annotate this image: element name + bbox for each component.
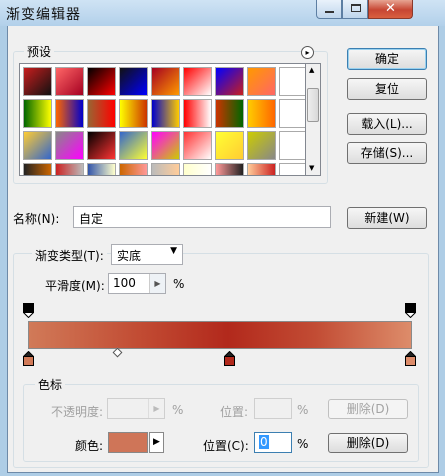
preset-swatch[interactable] bbox=[23, 131, 52, 160]
opacity-delete-button[interactable]: 删除(D) bbox=[328, 399, 408, 419]
smoothness-label: 平滑度(M): bbox=[45, 279, 105, 293]
chevron-down-icon: ▼ bbox=[170, 246, 177, 256]
color-stop-icon bbox=[223, 350, 236, 366]
preset-swatch[interactable] bbox=[87, 67, 116, 96]
presets-label: 预设 bbox=[24, 43, 55, 60]
preset-swatch[interactable] bbox=[247, 163, 276, 175]
preset-swatch[interactable] bbox=[23, 99, 52, 128]
preset-swatch[interactable] bbox=[151, 131, 180, 160]
window-title: 渐变编辑器 bbox=[6, 7, 81, 23]
presets-menu-button[interactable]: ▸ bbox=[301, 46, 314, 59]
triangle-right-icon: ▶ bbox=[153, 437, 160, 447]
maximize-button[interactable] bbox=[342, 0, 368, 19]
preset-swatch[interactable] bbox=[183, 163, 212, 175]
preset-swatch[interactable] bbox=[151, 163, 180, 175]
smoothness-unit: % bbox=[173, 277, 185, 291]
opacity-location-unit: % bbox=[297, 403, 309, 417]
preset-swatch[interactable] bbox=[215, 67, 244, 96]
color-stop-icon bbox=[404, 350, 417, 366]
preset-swatch[interactable] bbox=[183, 131, 212, 160]
reset-button[interactable]: 复位 bbox=[347, 78, 427, 100]
preset-swatch[interactable] bbox=[279, 99, 305, 128]
preset-swatch[interactable] bbox=[215, 163, 244, 175]
menu-arrow-icon: ▸ bbox=[305, 48, 310, 57]
preset-swatch[interactable] bbox=[119, 163, 148, 175]
gradient-type-value: 实底 bbox=[117, 249, 142, 263]
preset-swatch[interactable] bbox=[183, 67, 212, 96]
preset-swatch[interactable] bbox=[23, 163, 52, 175]
preset-swatch[interactable] bbox=[279, 131, 305, 160]
name-label: 名称(N): bbox=[13, 212, 60, 226]
opacity-location-input[interactable] bbox=[254, 398, 292, 419]
scroll-up-icon[interactable]: ▲ bbox=[309, 66, 314, 74]
preset-swatch[interactable] bbox=[119, 99, 148, 128]
preset-swatch[interactable] bbox=[247, 99, 276, 128]
color-stop-middle[interactable] bbox=[223, 350, 236, 366]
opacity-input[interactable]: ▶ bbox=[107, 398, 165, 419]
preset-swatch[interactable] bbox=[183, 99, 212, 128]
color-delete-button[interactable]: 删除(D) bbox=[328, 433, 408, 453]
preset-swatch[interactable] bbox=[55, 131, 84, 160]
color-swatch[interactable] bbox=[108, 432, 148, 453]
minimize-button[interactable] bbox=[316, 0, 342, 19]
scroll-down-icon[interactable]: ▼ bbox=[309, 164, 314, 172]
color-stop-left[interactable] bbox=[22, 350, 35, 366]
preset-swatch[interactable] bbox=[151, 99, 180, 128]
preset-swatch[interactable] bbox=[279, 67, 305, 96]
color-stop-icon bbox=[22, 350, 35, 366]
preset-scrollbar[interactable]: ▲ ▼ bbox=[306, 63, 321, 176]
preset-swatch[interactable] bbox=[119, 67, 148, 96]
color-location-value: 0 bbox=[259, 435, 269, 449]
opacity-stop-left[interactable] bbox=[22, 303, 35, 319]
save-button[interactable]: 存储(S)... bbox=[347, 142, 427, 164]
stops-label: 色标 bbox=[35, 376, 66, 393]
opacity-stop-icon bbox=[22, 303, 35, 319]
gradient-preview-bar[interactable] bbox=[28, 321, 412, 349]
ok-button[interactable]: 确定 bbox=[347, 48, 427, 70]
close-button[interactable]: ✕ bbox=[368, 0, 413, 19]
close-icon: ✕ bbox=[385, 1, 396, 16]
opacity-stop-icon bbox=[404, 303, 417, 319]
preset-swatch[interactable] bbox=[215, 131, 244, 160]
preset-swatch[interactable] bbox=[215, 99, 244, 128]
preset-swatch[interactable] bbox=[151, 67, 180, 96]
gradient-type-label: 渐变类型(T): bbox=[32, 247, 107, 264]
preset-swatch[interactable] bbox=[87, 99, 116, 128]
preset-swatch[interactable] bbox=[247, 67, 276, 96]
opacity-location-label: 位置: bbox=[220, 405, 249, 419]
preset-swatch[interactable] bbox=[119, 131, 148, 160]
preset-swatch[interactable] bbox=[247, 131, 276, 160]
color-location-unit: % bbox=[297, 437, 309, 451]
gradient-type-select[interactable]: 实底 ▼ bbox=[111, 244, 183, 265]
preset-grid[interactable] bbox=[19, 63, 306, 176]
preset-swatch[interactable] bbox=[55, 67, 84, 96]
smoothness-input[interactable]: 100 ▶ bbox=[108, 273, 166, 294]
opacity-unit: % bbox=[172, 403, 184, 417]
load-button[interactable]: 载入(L)... bbox=[347, 113, 427, 135]
opacity-stop-right[interactable] bbox=[404, 303, 417, 319]
smoothness-slider-button[interactable]: ▶ bbox=[149, 274, 165, 293]
scroll-thumb[interactable] bbox=[307, 88, 319, 122]
name-input[interactable]: 自定 bbox=[73, 206, 331, 228]
preset-swatch[interactable] bbox=[55, 163, 84, 175]
new-button[interactable]: 新建(W) bbox=[347, 207, 427, 229]
color-location-label: 位置(C): bbox=[203, 439, 249, 453]
smoothness-value: 100 bbox=[113, 276, 136, 290]
color-menu-button[interactable]: ▶ bbox=[149, 432, 164, 453]
preset-swatch[interactable] bbox=[87, 163, 116, 175]
preset-swatch[interactable] bbox=[23, 67, 52, 96]
opacity-slider-button[interactable]: ▶ bbox=[148, 399, 164, 418]
preset-swatch[interactable] bbox=[279, 163, 305, 175]
minimize-icon bbox=[325, 11, 334, 13]
color-location-input[interactable]: 0 bbox=[254, 432, 292, 453]
name-value: 自定 bbox=[79, 212, 104, 226]
preset-swatch[interactable] bbox=[55, 99, 84, 128]
color-label: 颜色: bbox=[75, 439, 104, 453]
opacity-label: 不透明度: bbox=[51, 405, 104, 419]
preset-swatch[interactable] bbox=[87, 131, 116, 160]
color-stop-right[interactable] bbox=[404, 350, 417, 366]
maximize-icon bbox=[351, 4, 361, 12]
